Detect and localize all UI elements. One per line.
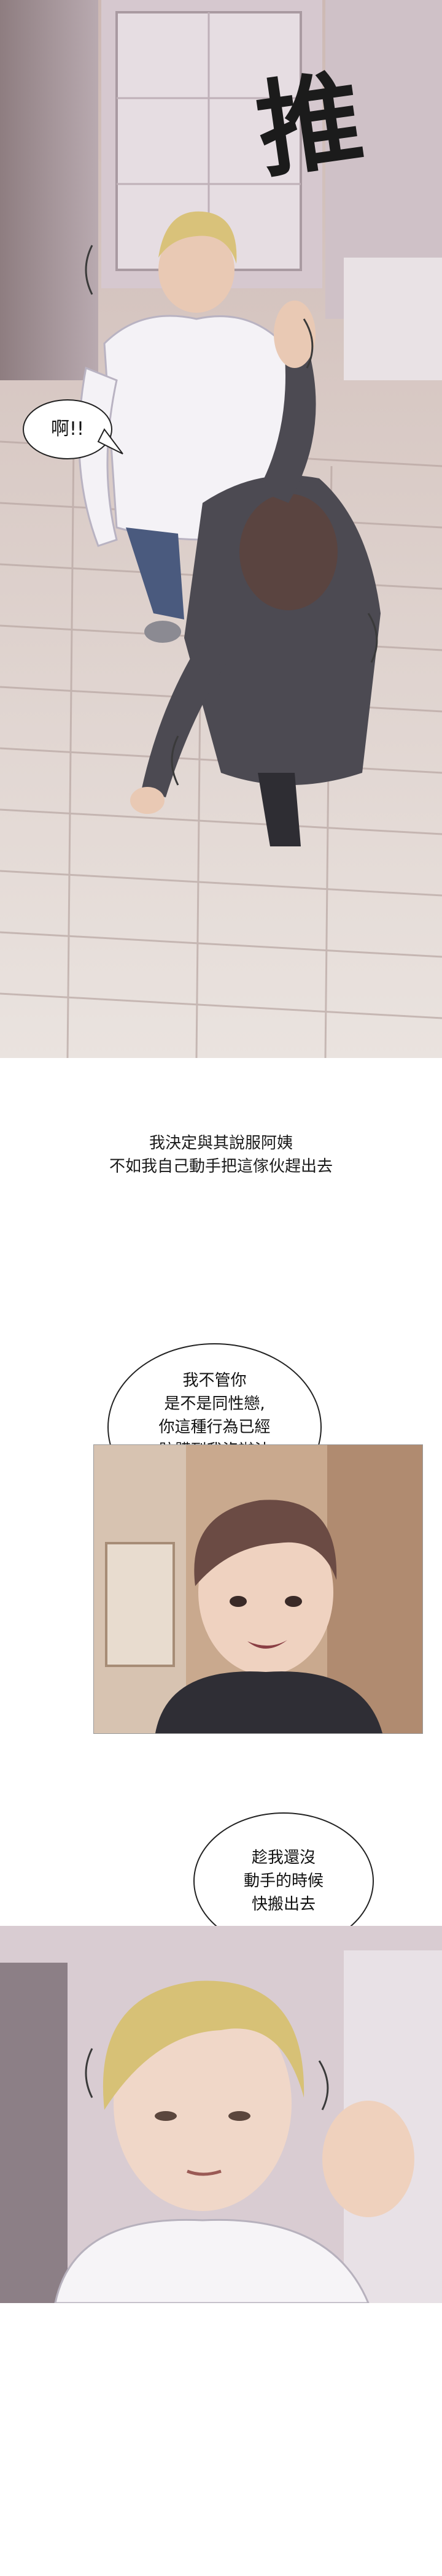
panel-dark-haired-man-closeup: [93, 1444, 423, 1734]
narration-text: 我決定與其說服阿姨 不如我自己動手把這傢伙趕出去: [109, 1134, 333, 1176]
blonde-man-illustration: [0, 1926, 442, 2303]
dark-haired-man-illustration: [94, 1445, 422, 1733]
shove-scene-illustration: [0, 0, 442, 1058]
panel-shove-scene: 推 啊!!: [0, 0, 442, 1058]
exclamation-speech-text: 啊!!: [50, 418, 85, 440]
push-sound-effect: 推: [250, 58, 370, 193]
panel-blonde-man-closeup: [0, 1926, 442, 2303]
